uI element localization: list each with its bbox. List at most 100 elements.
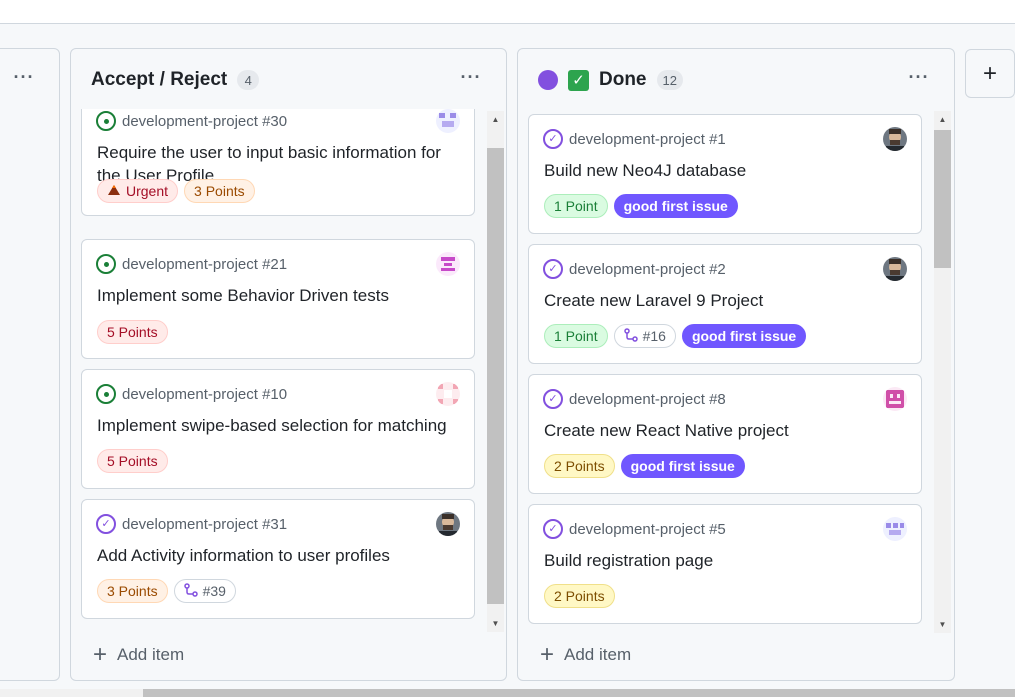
add-item-button[interactable]: + Add item: [540, 641, 631, 668]
card-fields: Urgent 3 Points: [97, 179, 255, 203]
add-item-button[interactable]: + Add item: [93, 641, 184, 668]
issue-reference[interactable]: development-project #5: [569, 521, 726, 538]
column-menu-button[interactable]: ···: [904, 65, 934, 89]
card-fields: 2 Points: [544, 584, 615, 608]
issue-reference[interactable]: development-project #1: [569, 131, 726, 148]
card-fields: 3 Points #39: [97, 579, 236, 603]
column-menu-button[interactable]: ···: [9, 65, 39, 89]
scroll-thumb[interactable]: [934, 130, 951, 268]
avatar[interactable]: [436, 512, 460, 536]
card-header: development-project #10: [96, 384, 287, 404]
item-count-badge: 12: [656, 70, 683, 90]
vertical-scrollbar[interactable]: ▲ ▼: [487, 111, 504, 632]
issue-card[interactable]: development-project #21 Implement some B…: [81, 239, 475, 359]
item-count-badge: 4: [237, 70, 260, 90]
label-good-first-issue[interactable]: good first issue: [613, 194, 738, 218]
column-title: Accept / Reject: [91, 69, 228, 90]
column-previous: ···: [0, 48, 60, 681]
open-issue-icon: [96, 384, 116, 404]
column-header: ✓ Done 12: [538, 65, 683, 95]
column-menu-button[interactable]: ···: [456, 65, 486, 89]
avatar[interactable]: [883, 257, 907, 281]
avatar[interactable]: [436, 109, 460, 133]
status-color-dot: [538, 70, 558, 90]
issue-card[interactable]: development-project #10 Implement swipe-…: [81, 369, 475, 489]
issue-title[interactable]: Create new React Native project: [544, 419, 912, 442]
card-list: development-project #30 Require the user…: [81, 109, 476, 631]
issue-reference[interactable]: development-project #31: [122, 516, 287, 533]
card-fields: 5 Points: [97, 449, 168, 473]
vertical-scrollbar[interactable]: ▲ ▼: [934, 111, 951, 633]
card-fields: 1 Point #16 good first issue: [544, 324, 807, 348]
avatar[interactable]: [436, 382, 460, 406]
open-issue-icon: [96, 254, 116, 274]
issue-reference[interactable]: development-project #21: [122, 256, 287, 273]
scroll-up-arrow[interactable]: ▲: [487, 111, 504, 128]
scroll-down-arrow[interactable]: ▼: [934, 616, 951, 633]
priority-tag: Urgent: [97, 179, 179, 203]
issue-card[interactable]: ✓ development-project #31 Add Activity i…: [81, 499, 475, 619]
issue-title[interactable]: Implement swipe-based selection for matc…: [97, 414, 465, 437]
card-list: ✓ development-project #1 Build new Neo4J…: [528, 111, 923, 633]
label-good-first-issue[interactable]: good first issue: [681, 324, 807, 348]
points-tag: 2 Points: [544, 584, 615, 608]
plus-icon: +: [93, 641, 108, 668]
column-title: Done: [599, 69, 647, 90]
volcano-icon: [107, 183, 121, 199]
points-tag: 1 Point: [544, 194, 608, 218]
issue-reference[interactable]: development-project #8: [569, 391, 726, 408]
avatar[interactable]: [883, 127, 907, 151]
issue-card[interactable]: development-project #30 Require the user…: [81, 109, 475, 216]
issue-title[interactable]: Build new Neo4J database: [544, 159, 912, 182]
check-mark-icon: ✓: [568, 69, 589, 91]
open-issue-icon: [96, 111, 116, 131]
plus-icon: +: [540, 641, 555, 668]
issue-card[interactable]: ✓ development-project #2 Create new Lara…: [528, 244, 922, 364]
card-header: ✓ development-project #5: [543, 519, 726, 539]
points-tag: 3 Points: [184, 179, 255, 203]
issue-reference[interactable]: development-project #30: [122, 113, 287, 130]
closed-issue-icon: ✓: [96, 514, 116, 534]
issue-card[interactable]: ✓ development-project #5 Build registrat…: [528, 504, 922, 624]
scroll-up-arrow[interactable]: ▲: [934, 111, 951, 128]
top-bar: [0, 0, 1015, 24]
label-good-first-issue[interactable]: good first issue: [620, 454, 745, 478]
issue-reference[interactable]: development-project #2: [569, 261, 726, 278]
issue-title[interactable]: Build registration page: [544, 549, 912, 572]
points-tag: 1 Point: [544, 324, 608, 348]
add-column-button[interactable]: +: [965, 49, 1015, 98]
issue-card[interactable]: ✓ development-project #8 Create new Reac…: [528, 374, 922, 494]
closed-issue-icon: ✓: [543, 259, 563, 279]
points-tag: 3 Points: [97, 579, 168, 603]
closed-issue-icon: ✓: [543, 389, 563, 409]
pull-request-icon: [183, 582, 198, 600]
card-fields: 5 Points: [97, 320, 168, 344]
issue-reference[interactable]: development-project #10: [122, 386, 287, 403]
column-done: ✓ Done 12 ··· ✓ development-project #1 B…: [517, 48, 955, 681]
points-tag: 5 Points: [97, 320, 168, 344]
card-header: ✓ development-project #1: [543, 129, 726, 149]
column-header: Accept / Reject 4: [91, 65, 260, 95]
issue-title[interactable]: Implement some Behavior Driven tests: [97, 284, 465, 307]
card-header: ✓ development-project #31: [96, 514, 287, 534]
card-header: development-project #21: [96, 254, 287, 274]
avatar[interactable]: [436, 252, 460, 276]
issue-title[interactable]: Create new Laravel 9 Project: [544, 289, 912, 312]
avatar[interactable]: [883, 517, 907, 541]
card-fields: 2 Points good first issue: [544, 454, 745, 478]
closed-issue-icon: ✓: [543, 129, 563, 149]
issue-title[interactable]: Add Activity information to user profile…: [97, 544, 465, 567]
horizontal-scrollbar[interactable]: [0, 689, 1015, 697]
scroll-down-arrow[interactable]: ▼: [487, 615, 504, 632]
avatar[interactable]: [883, 387, 907, 411]
column-accept-reject: Accept / Reject 4 ··· development-projec…: [70, 48, 507, 681]
linked-pull-request[interactable]: #16: [613, 324, 676, 348]
linked-pull-request[interactable]: #39: [173, 579, 236, 603]
issue-card[interactable]: ✓ development-project #1 Build new Neo4J…: [528, 114, 922, 234]
scroll-thumb[interactable]: [143, 689, 1015, 697]
card-header: ✓ development-project #8: [543, 389, 726, 409]
points-tag: 2 Points: [544, 454, 615, 478]
scroll-thumb[interactable]: [487, 148, 504, 604]
card-header: development-project #30: [96, 111, 287, 131]
pull-request-icon: [623, 327, 638, 345]
